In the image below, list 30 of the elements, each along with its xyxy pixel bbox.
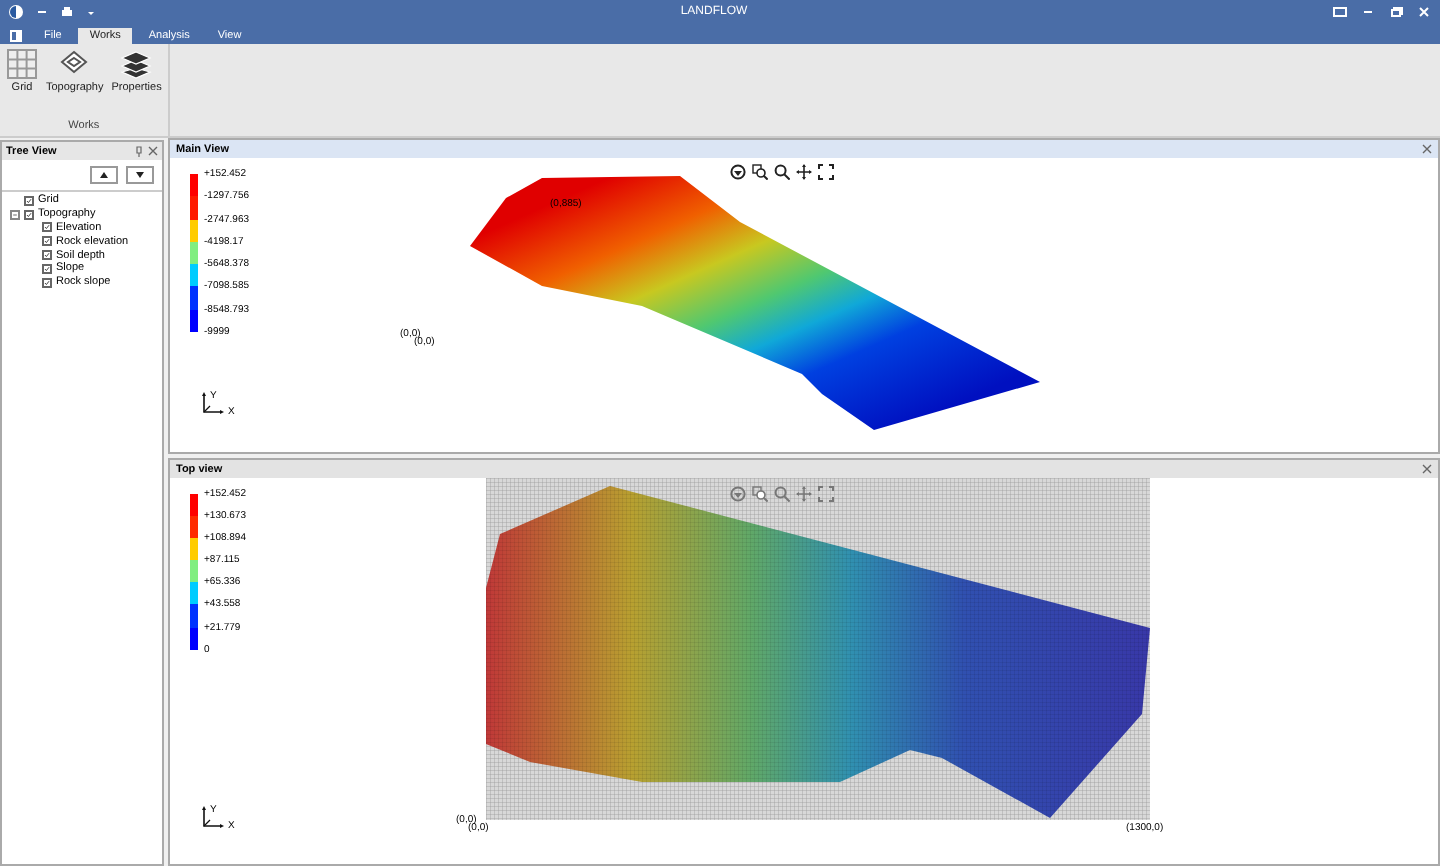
checkbox[interactable] <box>24 195 34 206</box>
checkbox[interactable] <box>42 250 52 261</box>
move-down-button[interactable] <box>126 166 154 184</box>
checkbox[interactable] <box>24 209 34 220</box>
print-icon[interactable] <box>60 5 74 19</box>
up-triangle-icon <box>98 170 110 180</box>
checkbox[interactable] <box>42 277 52 288</box>
close-icon[interactable] <box>1422 144 1432 154</box>
close-icon[interactable] <box>148 146 158 156</box>
dropdown-icon[interactable] <box>86 7 96 17</box>
fit-extents-icon[interactable] <box>818 164 834 180</box>
view-orbit-icon[interactable] <box>730 164 746 180</box>
pan-icon[interactable] <box>796 164 812 180</box>
pin-icon[interactable] <box>134 145 144 157</box>
search-icon[interactable] <box>774 164 790 180</box>
app-menu-icon[interactable] <box>8 28 28 44</box>
move-up-button[interactable] <box>90 166 118 184</box>
restore-icon[interactable] <box>1388 4 1404 20</box>
zoom-window-icon[interactable] <box>752 164 768 180</box>
axis-triad-icon <box>200 806 224 830</box>
checkbox[interactable] <box>42 236 52 247</box>
layout-icon[interactable] <box>1332 4 1348 20</box>
checkbox[interactable] <box>42 222 52 233</box>
axis-triad-icon <box>200 392 224 416</box>
expand-toggle[interactable] <box>10 209 20 220</box>
close-icon[interactable] <box>1422 464 1432 474</box>
app-logo-icon <box>8 4 24 20</box>
layers-stack-icon <box>120 48 153 80</box>
down-triangle-icon <box>134 170 146 180</box>
checkbox[interactable] <box>42 263 52 274</box>
